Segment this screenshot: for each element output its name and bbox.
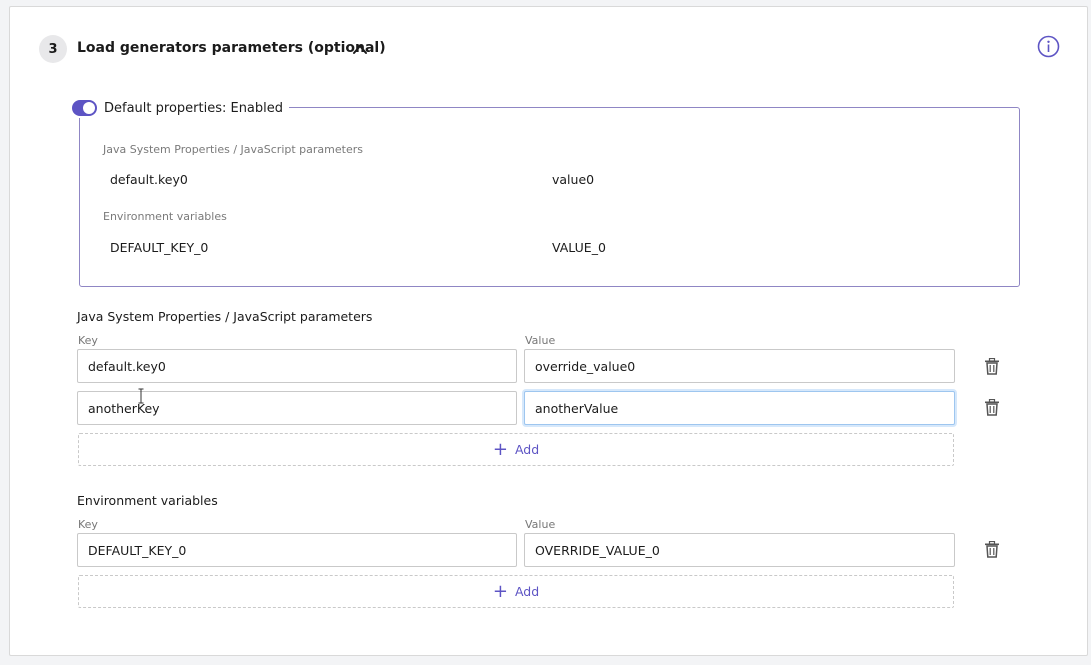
- default-properties-box: [79, 107, 1020, 287]
- default-java-title: Java System Properties / JavaScript para…: [103, 143, 363, 156]
- default-env-title: Environment variables: [103, 210, 227, 223]
- trash-icon[interactable]: [984, 541, 1000, 558]
- chevron-up-icon[interactable]: [351, 41, 369, 57]
- default-properties-toggle-label: Default properties: Enabled: [104, 100, 284, 116]
- env-key-input-1[interactable]: [77, 533, 517, 567]
- default-java-key: default.key0: [110, 172, 188, 187]
- java-value-input-2[interactable]: [524, 391, 955, 425]
- java-value-input-1[interactable]: [524, 349, 955, 383]
- env-add-label: Add: [514, 584, 540, 599]
- default-properties-toggle-row: Default properties: Enabled: [68, 98, 290, 118]
- plus-icon: +: [492, 438, 508, 460]
- default-java-value: value0: [552, 172, 595, 187]
- env-key-column-label: Key: [78, 518, 98, 531]
- section-title[interactable]: Load generators parameters (optional): [77, 40, 386, 56]
- info-icon[interactable]: [1037, 35, 1060, 58]
- env-value-input-1[interactable]: [524, 533, 955, 567]
- trash-icon[interactable]: [984, 358, 1000, 375]
- java-add-label: Add: [514, 442, 540, 457]
- env-value-column-label: Value: [525, 518, 556, 531]
- default-env-value: VALUE_0: [552, 240, 606, 255]
- env-add-button[interactable]: + Add: [78, 575, 954, 608]
- step-number-badge: 3: [39, 35, 67, 63]
- default-env-key: DEFAULT_KEY_0: [110, 240, 209, 255]
- java-key-input-1[interactable]: [77, 349, 517, 383]
- text-cursor-icon: [138, 388, 144, 404]
- env-vars-title: Environment variables: [77, 493, 218, 508]
- default-properties-toggle[interactable]: [72, 100, 97, 116]
- java-value-column-label: Value: [525, 334, 556, 347]
- java-key-column-label: Key: [78, 334, 98, 347]
- plus-icon: +: [492, 580, 508, 602]
- java-add-button[interactable]: + Add: [78, 433, 954, 466]
- trash-icon[interactable]: [984, 399, 1000, 416]
- java-params-title: Java System Properties / JavaScript para…: [77, 309, 373, 324]
